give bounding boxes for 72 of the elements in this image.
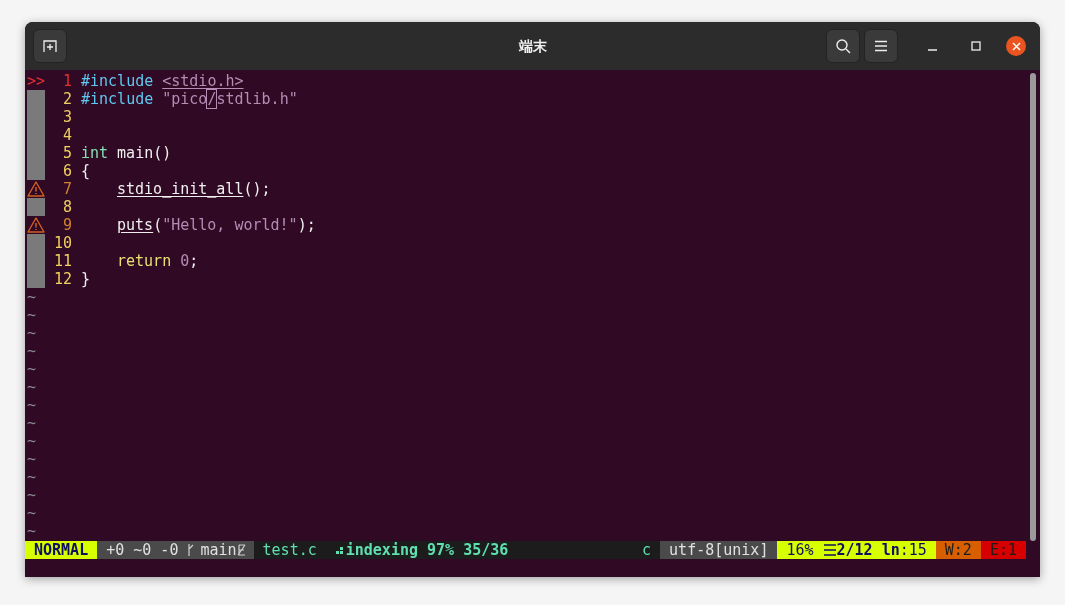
line-number: 9: [61, 216, 72, 234]
file-type: c: [642, 541, 653, 559]
empty-line-marker: ~: [27, 504, 37, 522]
window-title: 端末: [518, 36, 547, 56]
code-text: );: [297, 216, 316, 234]
lines-icon: [822, 541, 837, 559]
code-text: <stdio.h>: [161, 72, 244, 90]
empty-line-marker: ~: [27, 342, 37, 360]
code-text: ();: [243, 180, 271, 198]
git-branch: main: [199, 541, 237, 559]
search-icon: [835, 38, 851, 54]
empty-line-marker: ~: [27, 378, 37, 396]
code-text: #include: [81, 72, 154, 90]
mode-indicator: NORMAL: [25, 541, 98, 559]
line-number: 3: [61, 108, 72, 126]
line-number: 1: [61, 72, 72, 90]
empty-line-marker: ~: [27, 522, 37, 540]
line-number: 7: [61, 180, 72, 198]
line-number: 12: [52, 270, 72, 288]
scroll-percent: 16%: [786, 541, 814, 559]
modified-icon: [236, 541, 246, 559]
empty-line-marker: ~: [27, 432, 37, 450]
line-number: 10: [52, 234, 72, 252]
diff-stats: +0 ~0 -0: [105, 541, 179, 559]
empty-line-marker: ~: [27, 468, 37, 486]
menu-icon: [874, 40, 888, 52]
code-text: int: [81, 144, 109, 162]
scrollbar-thumb[interactable]: [1030, 73, 1036, 541]
search-button[interactable]: [826, 29, 860, 63]
code-text: }: [81, 270, 91, 288]
code-text: "pico: [161, 90, 208, 108]
minimize-icon: [927, 49, 937, 51]
error-count: E:1: [980, 541, 1026, 559]
current-line-sign: >>: [27, 72, 45, 90]
empty-line-marker: ~: [27, 414, 37, 432]
line-number: 8: [61, 198, 72, 216]
code-text: 0: [179, 252, 190, 270]
file-name: test.c: [261, 541, 317, 559]
maximize-icon: [971, 41, 981, 51]
line-number: 2: [61, 90, 72, 108]
file-encoding: utf-8[unix]: [660, 541, 778, 559]
line-number: 5: [61, 144, 72, 162]
lsp-status: indexing 97% 35/36: [344, 541, 509, 559]
empty-line-marker: ~: [27, 306, 37, 324]
empty-line-marker: ~: [27, 324, 37, 342]
line-position: 2/12: [836, 541, 873, 559]
close-icon: [1011, 41, 1021, 51]
code-text: ;: [189, 252, 199, 270]
new-tab-icon: [42, 38, 58, 54]
empty-line-marker: ~: [27, 360, 37, 378]
code-text: {: [81, 162, 91, 180]
empty-line-marker: ~: [27, 396, 37, 414]
empty-line-marker: ~: [27, 486, 37, 504]
code-text: main(): [116, 144, 172, 162]
empty-line-marker: ~: [27, 288, 37, 306]
line-number: 11: [52, 252, 72, 270]
code-text: stdio_init_all: [116, 180, 244, 198]
line-number: 4: [61, 126, 72, 144]
menu-button[interactable]: [864, 29, 898, 63]
column-position: :15: [899, 541, 927, 559]
code-text: "Hello, world!": [162, 216, 298, 234]
warning-count: W:2: [935, 541, 981, 559]
code-text: #include: [81, 90, 154, 108]
new-tab-button[interactable]: [33, 29, 67, 63]
cursor: /: [207, 90, 217, 108]
empty-line-marker: ~: [27, 450, 37, 468]
code-text: (: [153, 216, 163, 234]
code-text: return: [116, 252, 172, 270]
code-text: puts: [116, 216, 154, 234]
line-number: 6: [61, 162, 72, 180]
column-label: ln: [881, 541, 900, 559]
close-button[interactable]: [1006, 36, 1026, 56]
